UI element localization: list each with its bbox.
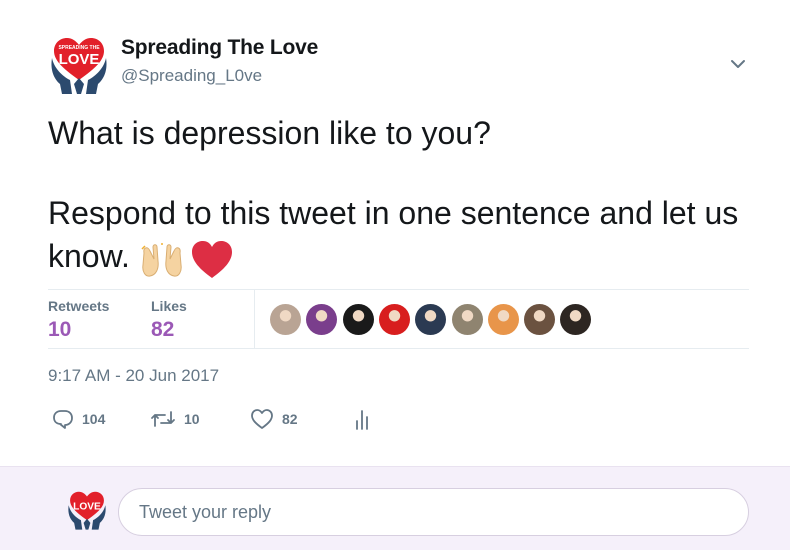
liker-avatar-6[interactable]: [451, 304, 483, 335]
red-heart-icon: [190, 237, 234, 281]
liker-avatar-2[interactable]: [306, 304, 338, 335]
retweet-button[interactable]: 10: [150, 405, 200, 433]
retweet-icon: [150, 408, 176, 430]
chevron-down-icon[interactable]: [728, 56, 748, 72]
liker-avatar-3[interactable]: [342, 304, 374, 335]
tweet-line-question: What is depression like to you?: [48, 115, 491, 151]
liker-avatar-9[interactable]: [560, 304, 592, 335]
tweet-card: SPREADING THE LOVE Spreading The Love @S…: [0, 0, 790, 466]
tweet-timestamp[interactable]: 9:17 AM - 20 Jun 2017: [48, 366, 219, 386]
retweets-stat[interactable]: Retweets 10: [48, 298, 109, 342]
author-avatar[interactable]: SPREADING THE LOVE: [48, 34, 110, 96]
likes-label: Likes: [151, 298, 187, 314]
reply-avatar: LOVE: [66, 489, 108, 531]
tweet-actions: 104 10 82: [48, 405, 448, 435]
bar-chart-icon: [352, 407, 372, 431]
tweet-stats: Retweets 10 Likes 82: [48, 289, 749, 349]
liker-avatar-1[interactable]: [270, 304, 301, 335]
reply-bar: LOVE: [0, 466, 790, 550]
retweets-value: 10: [48, 318, 72, 341]
reply-count: 104: [82, 411, 106, 427]
like-button[interactable]: 82: [250, 405, 298, 433]
stats-divider: [254, 290, 255, 348]
retweets-label: Retweets: [48, 298, 110, 314]
tweet-text: What is depression like to you? Respond …: [48, 112, 768, 280]
liker-avatar-5[interactable]: [415, 304, 447, 335]
liker-avatar-4[interactable]: [378, 304, 410, 335]
author-name[interactable]: Spreading The Love: [121, 36, 318, 60]
svg-text:LOVE: LOVE: [59, 51, 100, 68]
reply-input[interactable]: [118, 488, 749, 536]
reply-button[interactable]: 104: [52, 405, 105, 433]
author-handle[interactable]: @Spreading_L0ve: [121, 66, 262, 86]
svg-text:LOVE: LOVE: [73, 501, 101, 512]
like-count: 82: [282, 411, 298, 427]
heart-icon: [250, 408, 274, 430]
likes-stat[interactable]: Likes 82: [151, 298, 187, 342]
retweet-count: 10: [184, 411, 200, 427]
likes-value: 82: [151, 318, 175, 341]
reply-icon: [52, 408, 74, 430]
liker-avatar-7[interactable]: [487, 304, 519, 335]
liker-avatar-8[interactable]: [524, 304, 556, 335]
tweet-line-prompt: Respond to this tweet in one sentence an…: [48, 192, 768, 280]
raising-hands-icon: [140, 237, 184, 280]
analytics-button[interactable]: [352, 405, 372, 433]
